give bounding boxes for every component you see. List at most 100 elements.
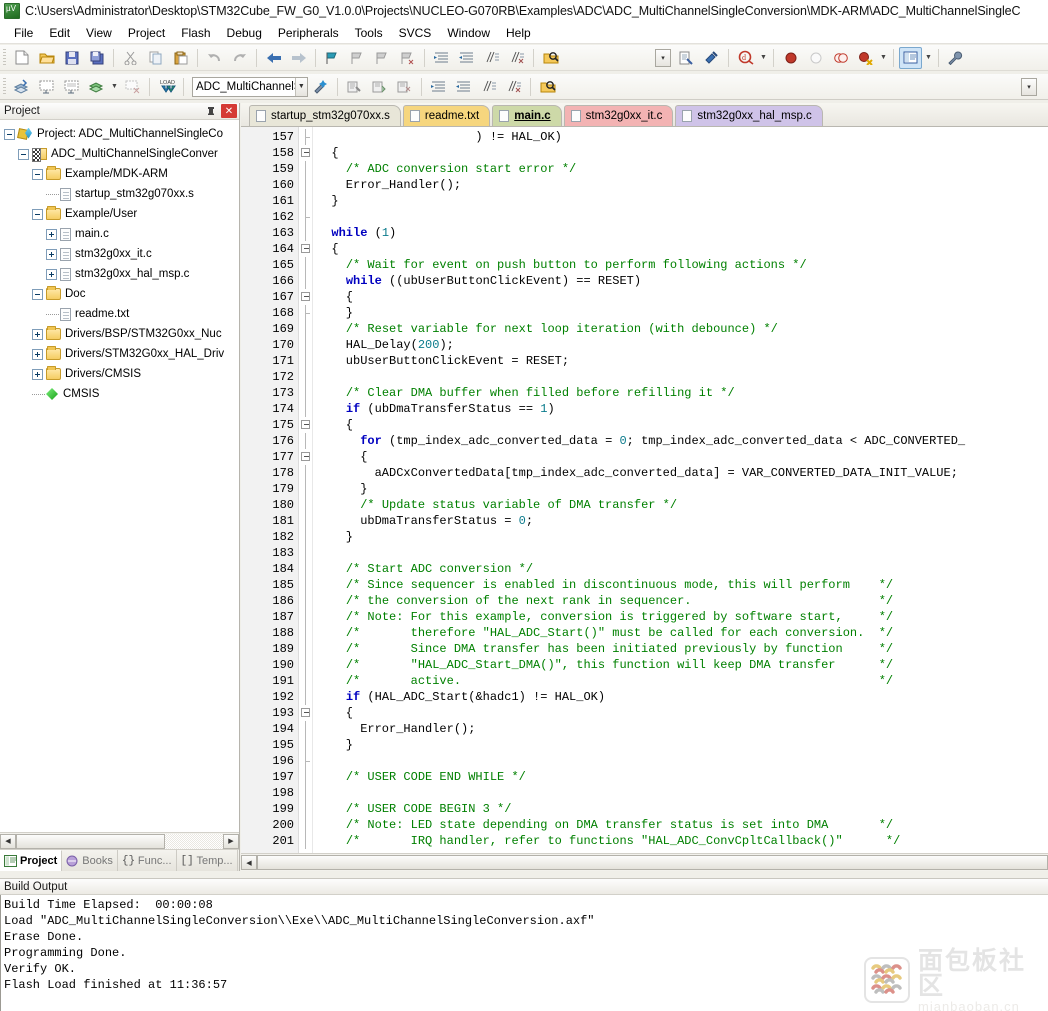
scroll-left-button[interactable]: ◀ (0, 833, 16, 849)
tree-item[interactable]: Example/User (4, 204, 239, 224)
fold-collapse-icon[interactable] (301, 708, 310, 717)
editor-tab[interactable]: readme.txt (402, 105, 491, 126)
code-line[interactable]: { (313, 145, 1048, 161)
editor-hscrollbar[interactable]: ◀ (241, 853, 1048, 871)
code-line[interactable]: } (313, 305, 1048, 321)
code-line[interactable] (313, 753, 1048, 769)
navigate-forward-button[interactable] (287, 47, 310, 69)
start-stop-debug-button[interactable]: d (734, 47, 757, 69)
editor-scroll-left-button[interactable]: ◀ (241, 855, 257, 870)
open-file-button[interactable] (35, 47, 58, 69)
editor-scroll-track[interactable] (257, 855, 1048, 870)
editor-scroll-thumb[interactable] (257, 855, 1048, 870)
bookmark-prev-button[interactable] (346, 47, 369, 69)
code-line[interactable] (313, 785, 1048, 801)
code-line[interactable]: /* Since DMA transfer has been initiated… (313, 641, 1048, 657)
fold-marker[interactable] (299, 705, 312, 721)
options-for-target-button[interactable] (675, 47, 698, 69)
manage-runtime-env-button[interactable] (700, 47, 723, 69)
uncomment-selection-button[interactable] (502, 76, 525, 98)
toolbar-grip[interactable] (3, 77, 6, 96)
menu-item-window[interactable]: Window (439, 24, 498, 42)
tree-item[interactable]: Project: ADC_MultiChannelSingleCo (4, 124, 239, 144)
increase-indent-button[interactable] (427, 76, 450, 98)
fold-collapse-icon[interactable] (301, 452, 310, 461)
outdent-button[interactable] (455, 47, 478, 69)
code-line[interactable]: while (1) (313, 225, 1048, 241)
comment-selection-button[interactable] (477, 76, 500, 98)
fold-collapse-icon[interactable] (301, 292, 310, 301)
code-line[interactable]: } (313, 193, 1048, 209)
undo-button[interactable] (203, 47, 226, 69)
code-line[interactable]: /* Wait for event on push button to perf… (313, 257, 1048, 273)
code-line[interactable] (313, 545, 1048, 561)
build-toolbar-overflow[interactable]: ▾ (1021, 77, 1037, 96)
code-line[interactable]: for (tmp_index_adc_converted_data = 0; t… (313, 433, 1048, 449)
editor-tab[interactable]: startup_stm32g070xx.s (249, 105, 401, 126)
code-line[interactable]: /* Start ADC conversion */ (313, 561, 1048, 577)
comment-button[interactable] (480, 47, 503, 69)
code-line[interactable]: { (313, 705, 1048, 721)
rebuild-all-button[interactable] (60, 76, 83, 98)
tree-item[interactable]: startup_stm32g070xx.s (4, 184, 239, 204)
code-line[interactable]: /* Update status variable of DMA transfe… (313, 497, 1048, 513)
tree-item[interactable]: Drivers/BSP/STM32G0xx_Nuc (4, 324, 239, 344)
code-line[interactable]: } (313, 737, 1048, 753)
code-line[interactable]: HAL_Delay(200); (313, 337, 1048, 353)
tab-project[interactable]: Project (0, 850, 63, 871)
code-line[interactable]: /* Since sequencer is enabled in discont… (313, 577, 1048, 593)
tree-item[interactable]: stm32g0xx_it.c (4, 244, 239, 264)
code-line[interactable]: ) != HAL_OK) (313, 129, 1048, 145)
tree-item[interactable]: ADC_MultiChannelSingleConver (4, 144, 239, 164)
fold-marker[interactable] (299, 289, 312, 305)
fold-marker[interactable] (299, 241, 312, 257)
code-line[interactable] (313, 209, 1048, 225)
code-line[interactable]: } (313, 529, 1048, 545)
tree-expander-expand-icon[interactable] (32, 328, 43, 340)
download-to-flash-button[interactable]: LOAD (155, 76, 178, 98)
code-line[interactable]: { (313, 289, 1048, 305)
menu-item-file[interactable]: File (6, 24, 41, 42)
code-line[interactable]: /* Note: For this example, conversion is… (313, 609, 1048, 625)
project-hscrollbar[interactable]: ◀ ▶ (0, 832, 239, 849)
navigate-backward-button[interactable] (262, 47, 285, 69)
bookmark-clear-button[interactable] (396, 47, 419, 69)
scroll-thumb[interactable] (16, 833, 166, 849)
project-window-button[interactable] (899, 46, 922, 69)
tab-functions[interactable]: {} Func... (118, 850, 177, 871)
pin-icon[interactable] (203, 104, 219, 119)
menu-item-edit[interactable]: Edit (41, 24, 78, 42)
tree-expander-collapse-icon[interactable] (32, 168, 43, 180)
tree-item[interactable]: main.c (4, 224, 239, 244)
fold-marker[interactable] (299, 449, 312, 465)
target-selector[interactable]: ADC_MultiChannelSingle ▼ (192, 76, 308, 97)
translate-file-button[interactable] (10, 76, 33, 98)
code-line[interactable]: /* Clear DMA buffer when filled before r… (313, 385, 1048, 401)
paste-button[interactable] (169, 47, 192, 69)
code-line[interactable]: /* IRQ handler, refer to functions "HAL_… (313, 833, 1048, 849)
breakpoints-dropdown-arrow[interactable]: ▼ (878, 47, 889, 69)
tree-item[interactable]: Doc (4, 284, 239, 304)
tree-expander-collapse-icon[interactable] (4, 128, 15, 140)
tree-expander-collapse-icon[interactable] (32, 288, 43, 300)
redo-button[interactable] (228, 47, 251, 69)
code-line[interactable]: { (313, 417, 1048, 433)
debug-dropdown-arrow[interactable]: ▼ (758, 47, 769, 69)
code-line[interactable] (313, 369, 1048, 385)
find-in-files-button-2[interactable] (536, 76, 559, 98)
tree-item[interactable]: stm32g0xx_hal_msp.c (4, 264, 239, 284)
code-line[interactable]: { (313, 449, 1048, 465)
bookmark-toggle-button[interactable] (321, 47, 344, 69)
fold-marker[interactable] (299, 417, 312, 433)
tree-expander-expand-icon[interactable] (46, 228, 57, 240)
menu-item-svcs[interactable]: SVCS (391, 24, 440, 42)
fold-collapse-icon[interactable] (301, 244, 310, 253)
build-target-button[interactable] (35, 76, 58, 98)
decrease-indent-button[interactable] (452, 76, 475, 98)
fold-collapse-icon[interactable] (301, 420, 310, 429)
tree-item[interactable]: Drivers/STM32G0xx_HAL_Driv (4, 344, 239, 364)
code-line[interactable]: Error_Handler(); (313, 177, 1048, 193)
code-line[interactable]: /* USER CODE END WHILE */ (313, 769, 1048, 785)
insert-breakpoint-button[interactable] (779, 47, 802, 69)
copy-button[interactable] (144, 47, 167, 69)
